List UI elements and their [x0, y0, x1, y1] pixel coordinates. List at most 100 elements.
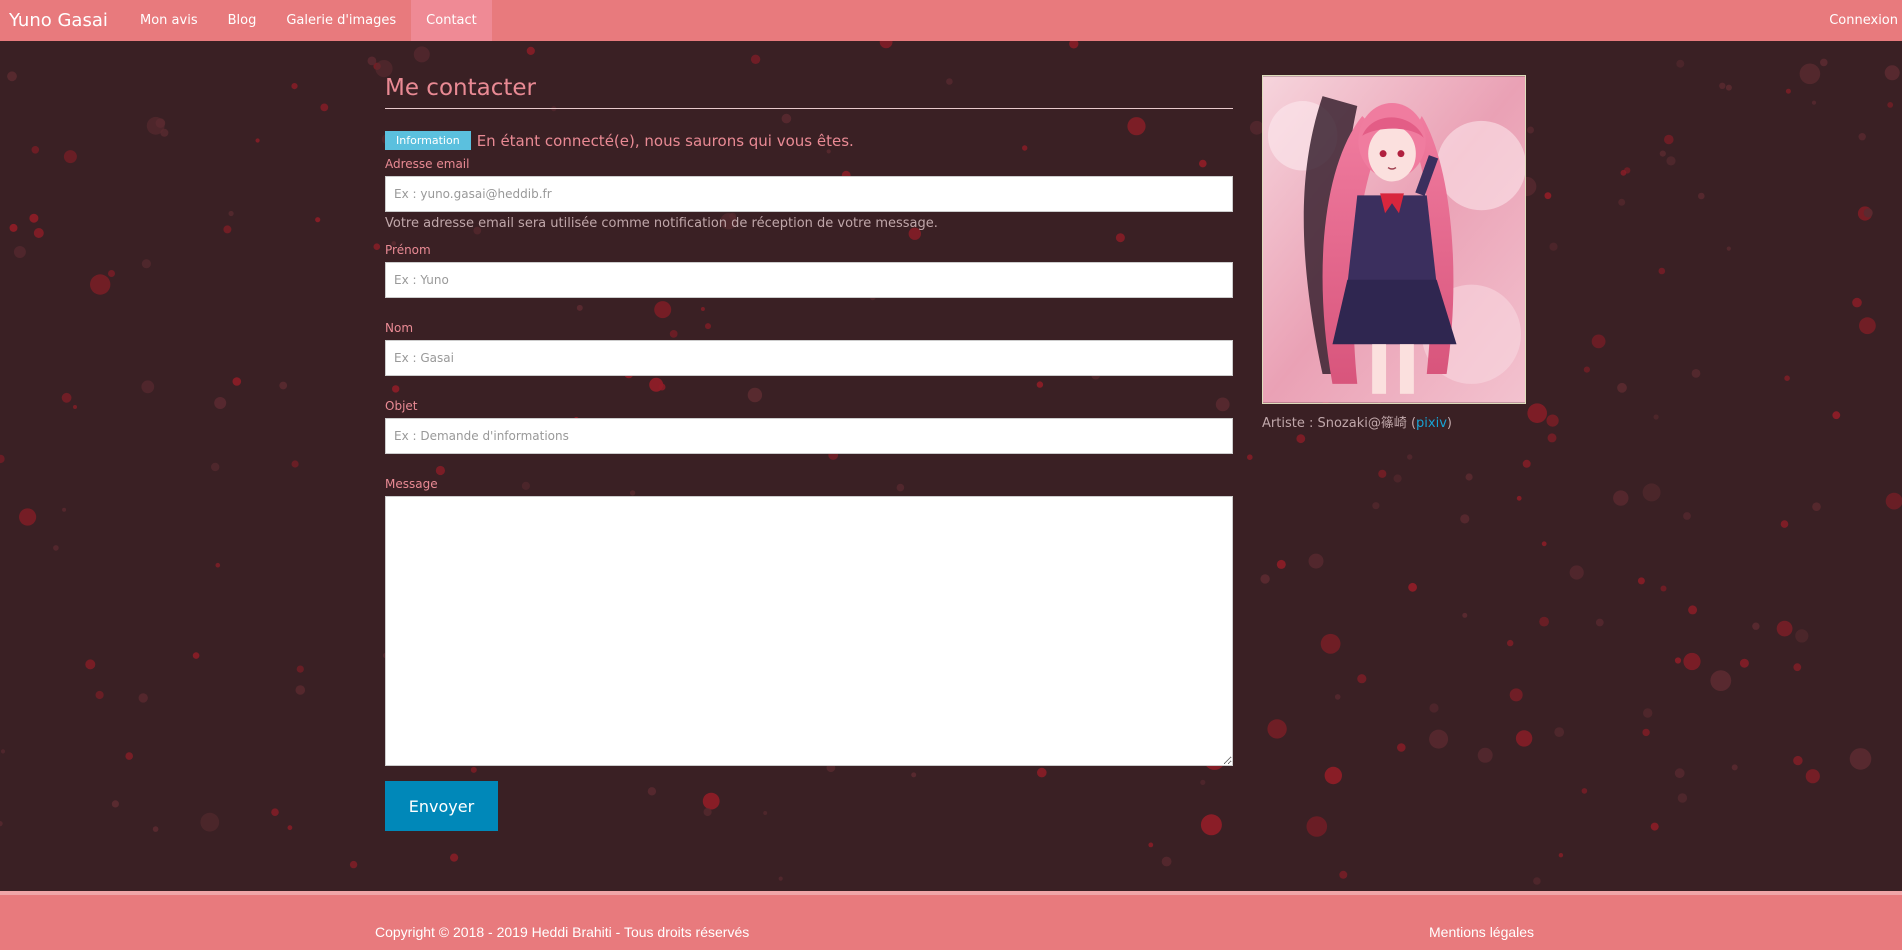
- nav-link-galerie[interactable]: Galerie d'images: [271, 0, 411, 41]
- background-dot: [1805, 769, 1820, 784]
- background-dot: [287, 825, 293, 831]
- background-dot: [1547, 433, 1557, 443]
- background-dot: [1820, 58, 1828, 67]
- subject-field[interactable]: [385, 418, 1233, 454]
- copyright-text: Copyright © 2018 - 2019 Heddi Brahiti - …: [375, 924, 750, 940]
- background-dot: [1460, 514, 1470, 524]
- background-dot: [1691, 369, 1701, 378]
- background-dot: [1591, 334, 1606, 349]
- background-dot: [1793, 663, 1802, 672]
- background-dot: [1276, 559, 1286, 569]
- background-dot: [1666, 156, 1676, 166]
- background-dot: [1852, 297, 1862, 308]
- background-dot: [1339, 870, 1348, 879]
- background-dot: [1558, 853, 1564, 858]
- background-dot: [1620, 169, 1627, 176]
- background-dot: [1643, 708, 1653, 718]
- background-dot: [0, 821, 3, 827]
- background-dot: [1357, 674, 1367, 684]
- background-dot: [1785, 88, 1791, 94]
- background-dot: [29, 213, 39, 223]
- nav-link-mon-avis[interactable]: Mon avis: [125, 0, 213, 41]
- legal-notice-link[interactable]: Mentions légales: [1429, 924, 1534, 940]
- background-dot: [349, 860, 358, 869]
- background-dot: [111, 800, 119, 808]
- background-dot: [85, 659, 96, 670]
- background-dot: [214, 397, 227, 409]
- email-help-text: Votre adresse email sera utilisée comme …: [385, 216, 938, 231]
- background-dot: [73, 405, 77, 409]
- firstname-label: Prénom: [385, 243, 431, 257]
- background-dot: [1408, 582, 1417, 592]
- background-dot: [1267, 719, 1287, 739]
- firstname-field[interactable]: [385, 262, 1233, 298]
- email-label: Adresse email: [385, 157, 470, 171]
- background-dot: [279, 381, 288, 390]
- pixiv-link[interactable]: pixiv: [1416, 416, 1447, 431]
- background-dot: [1260, 574, 1270, 584]
- site-brand[interactable]: Yuno Gasai: [0, 10, 125, 31]
- background-dot: [125, 752, 133, 760]
- background-dot: [291, 460, 299, 468]
- background-dot: [7, 71, 17, 82]
- background-dot: [1719, 82, 1726, 90]
- send-button[interactable]: Envoyer: [385, 781, 498, 831]
- background-dot: [1507, 639, 1514, 647]
- background-dot: [1393, 474, 1402, 483]
- background-dot: [1676, 59, 1685, 68]
- background-dot: [1811, 100, 1817, 105]
- background-dot: [19, 508, 37, 526]
- artist-credit-text: Artiste : Snozaki@篠崎 (: [1262, 416, 1417, 431]
- background-dot: [413, 46, 430, 63]
- background-dot: [1296, 434, 1306, 444]
- background-dot: [1397, 743, 1406, 752]
- artist-credit-suffix: ): [1446, 416, 1452, 431]
- background-dot: [1148, 842, 1154, 848]
- background-dot: [1509, 688, 1523, 702]
- background-dot: [61, 392, 72, 403]
- background-dot: [155, 118, 166, 128]
- background-dot: [1739, 658, 1749, 668]
- background-dot: [1780, 520, 1789, 528]
- background-dot: [1569, 565, 1584, 580]
- background-dot: [1554, 727, 1565, 737]
- background-dot: [1731, 764, 1738, 771]
- background-dot: [1613, 490, 1629, 506]
- background-dot: [1863, 208, 1873, 218]
- background-dot: [1372, 502, 1380, 510]
- background-dot: [1884, 65, 1900, 81]
- background-dot: [0, 749, 6, 754]
- background-dot: [1793, 755, 1803, 766]
- info-notice: Information En étant connecté(e), nous s…: [385, 131, 1233, 150]
- background-dot: [31, 146, 40, 154]
- background-dot: [1516, 495, 1522, 501]
- background-dot: [291, 83, 298, 90]
- background-dot: [108, 270, 115, 277]
- background-dot: [1637, 577, 1645, 585]
- background-dot: [1378, 469, 1387, 478]
- background-dot: [1812, 502, 1821, 512]
- information-badge: Information: [385, 131, 471, 150]
- login-link[interactable]: Connexion: [1829, 0, 1898, 41]
- subject-label: Objet: [385, 399, 418, 413]
- nav-link-contact[interactable]: Contact: [411, 0, 492, 41]
- background-dot: [1407, 454, 1413, 460]
- background-dot: [1858, 133, 1866, 141]
- background-dot: [0, 454, 5, 464]
- background-dot: [1549, 242, 1558, 251]
- nav-link-blog[interactable]: Blog: [213, 0, 272, 41]
- background-dot: [1660, 585, 1667, 592]
- email-field[interactable]: [385, 176, 1233, 212]
- background-dot: [1595, 618, 1604, 627]
- lastname-field[interactable]: [385, 340, 1233, 376]
- background-dot: [141, 380, 155, 394]
- background-dot: [1541, 541, 1547, 547]
- background-dot: [1725, 84, 1732, 91]
- background-dot: [1859, 317, 1876, 335]
- background-dot: [223, 225, 232, 234]
- message-field[interactable]: [385, 496, 1233, 766]
- background-dot: [63, 150, 77, 164]
- artist-credit: Artiste : Snozaki@篠崎 (pixiv): [1262, 412, 1452, 431]
- background-dot: [1776, 620, 1793, 637]
- background-dot: [33, 228, 44, 238]
